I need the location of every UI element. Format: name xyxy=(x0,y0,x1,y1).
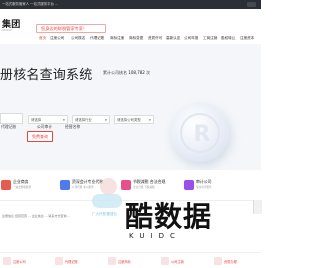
top-bar-button[interactable] xyxy=(247,2,256,7)
cards-divider xyxy=(0,252,261,253)
top-bar: 一站式服务管家人 一站式服务平台 ... xyxy=(0,0,261,9)
card-label-license[interactable]: 资质办理 xyxy=(224,259,237,264)
side-float-button[interactable] xyxy=(253,200,262,214)
card-label-trademark[interactable]: 注册商标 xyxy=(118,259,131,264)
nav-item-name-check[interactable]: 公司核名 xyxy=(71,35,85,41)
feature-subtitle: 企业合规 节税减税 xyxy=(133,186,155,189)
hero-stat-value: 108,782 xyxy=(128,70,145,75)
nav-item-trademark[interactable]: 商标注册 xyxy=(110,35,124,41)
site-logo-sub: GROUP xyxy=(2,29,13,32)
tab-audit[interactable]: 公司审计 xyxy=(37,124,52,130)
watermark-latin-text: KUIDC xyxy=(129,232,181,240)
registered-trademark-icon: R xyxy=(180,113,220,153)
accountant-icon xyxy=(60,180,70,190)
features-strip: 企业商务 一站式财税服务 资深会计专业代账 公司代账 专人服务 节税减税 合法合… xyxy=(0,170,261,200)
watermark-big-text: 酷数据 xyxy=(125,200,213,233)
card-icon xyxy=(55,257,63,265)
nav-item-equity[interactable]: 股权转让 xyxy=(221,35,235,41)
hero-stat-suffix: 次 xyxy=(146,70,151,75)
card-icon xyxy=(214,257,222,265)
hero-section: 册核名查询系统 累计公司核名 108,782 次 代理记账 公司审计 经营名称 … xyxy=(0,44,261,170)
chevron-down-icon: ▼ xyxy=(148,118,151,122)
feature-item[interactable]: 企业商务 一站式财税服务 xyxy=(1,178,57,198)
tab-business-name[interactable]: 经营名称 xyxy=(65,124,80,130)
nav-item-cancellation[interactable]: 工商注销 xyxy=(203,35,217,41)
chevron-down-icon: ▼ xyxy=(104,118,107,122)
card-label-bookkeeping[interactable]: 代理记账 xyxy=(65,259,78,264)
registered-trademark-decoration: R xyxy=(171,104,229,162)
slogan-box: 您身边的财税管家专家！ xyxy=(36,24,106,33)
city-select[interactable]: 请选择 ▼ xyxy=(28,115,68,124)
feature-subtitle: 公司代账 专人服务 xyxy=(72,186,94,189)
chevron-down-icon: ▼ xyxy=(62,118,65,122)
site-header: 集团 GROUP 您身边的财税管家专家！ xyxy=(0,9,261,33)
industry-select-value: 请选择行业 xyxy=(75,118,92,122)
audit-icon xyxy=(184,180,194,190)
nav-item-annual-report[interactable]: 公司年报 xyxy=(184,35,198,41)
free-query-button[interactable]: 免费查询 xyxy=(27,131,53,142)
feature-subtitle: 专业审计服务 xyxy=(196,186,212,189)
nav-item-bookkeeping[interactable]: 代理记账 xyxy=(90,35,104,41)
city-select-value: 请选择 xyxy=(31,118,42,122)
feature-subtitle: 一站式财税服务 xyxy=(13,186,32,189)
feature-item[interactable]: 审计公司 专业审计服务 xyxy=(184,178,240,198)
card-label-cancellation[interactable]: 公司注销 xyxy=(171,259,184,264)
company-type-select[interactable]: 请选择公司类型 ▼ xyxy=(114,115,154,124)
section-divider xyxy=(0,200,261,201)
feature-item[interactable]: 资深会计专业代账 公司代账 专人服务 xyxy=(60,178,116,198)
tax-icon xyxy=(121,180,131,190)
slogan-text: 您身边的财税管家专家！ xyxy=(41,26,88,31)
hero-stat: 累计公司核名 108,782 次 xyxy=(103,70,150,76)
nav-item-high-tech[interactable]: 高新认定 xyxy=(166,35,180,41)
nav-item-license[interactable]: 资质许可 xyxy=(148,35,162,41)
footnote-text: 注册信息 经营范围 ... 企业信息 ... 联系方式查询 ... xyxy=(2,214,71,218)
top-bar-text: 一站式服务管家人 一站式服务平台 ... xyxy=(2,2,59,6)
nav-item-register[interactable]: 注册公司 xyxy=(50,35,64,41)
card-icon xyxy=(161,257,169,265)
hero-title: 册核名查询系统 xyxy=(0,68,93,83)
nav-item-trademark-change[interactable]: 商标变更 xyxy=(129,35,143,41)
nav-item-capital[interactable]: 注册资本 xyxy=(240,35,254,41)
tab-bookkeeping[interactable]: 代理记账 xyxy=(1,124,16,130)
watermark-small-text: 广大所配置建业 xyxy=(92,212,118,216)
feature-item[interactable]: 节税减税 合法合规 企业合规 节税减税 xyxy=(121,178,177,198)
card-icon xyxy=(3,257,11,265)
nav-item-home[interactable]: 首页 xyxy=(39,35,46,41)
card-icon xyxy=(108,257,116,265)
industry-select[interactable]: 请选择行业 ▼ xyxy=(72,115,110,124)
hero-stat-prefix: 累计公司核名 xyxy=(103,70,127,75)
building-icon xyxy=(1,180,11,190)
card-label-register[interactable]: 注册公司 xyxy=(13,259,26,264)
name-input[interactable] xyxy=(0,113,23,124)
company-type-select-value: 请选择公司类型 xyxy=(117,118,141,122)
